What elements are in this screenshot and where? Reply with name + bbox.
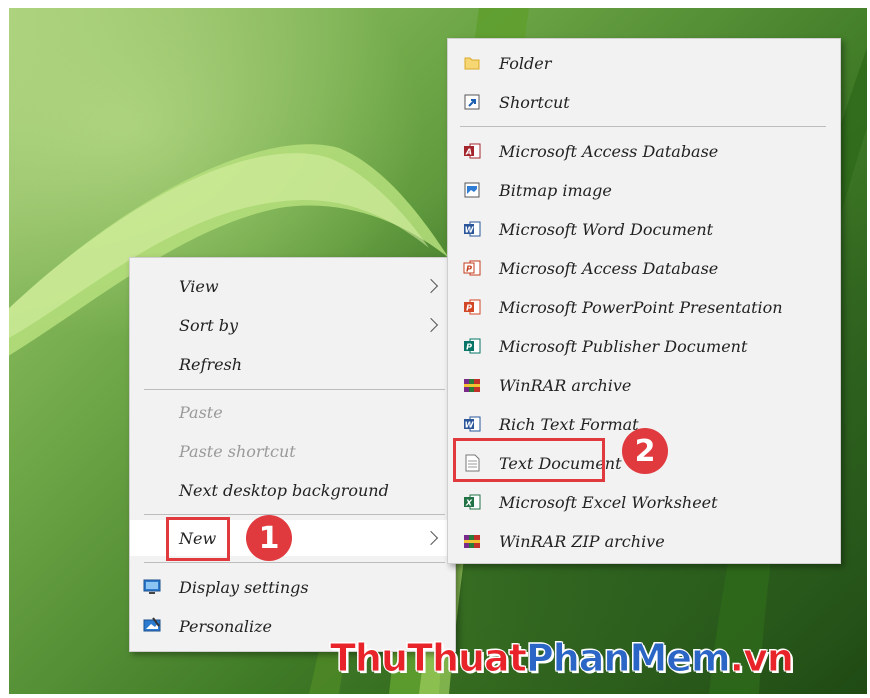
menu-item-label: View bbox=[179, 276, 219, 296]
menu-item-label: Paste shortcut bbox=[179, 441, 296, 461]
menu-separator bbox=[460, 126, 826, 127]
new-highlight-box bbox=[166, 517, 230, 561]
submenu-item-access-database[interactable]: A Microsoft Access Database bbox=[448, 133, 840, 169]
submenu-item-bitmap-image[interactable]: Bitmap image bbox=[448, 172, 840, 208]
submenu-item-label: WinRAR archive bbox=[499, 375, 632, 395]
menu-item-label: Sort by bbox=[179, 315, 239, 335]
submenu-item-label: Bitmap image bbox=[499, 180, 612, 200]
winrar-zip-icon bbox=[464, 535, 480, 548]
menu-item-display-settings[interactable]: Display settings bbox=[130, 569, 455, 605]
menu-item-label: Display settings bbox=[179, 577, 309, 597]
text-document-highlight-box bbox=[453, 438, 605, 482]
chevron-right-icon bbox=[423, 278, 439, 294]
menu-separator bbox=[144, 514, 445, 515]
shortcut-icon bbox=[464, 94, 480, 110]
submenu-item-word-document[interactable]: W Microsoft Word Document bbox=[448, 211, 840, 247]
winrar-icon bbox=[464, 379, 480, 392]
menu-item-label: Refresh bbox=[179, 354, 243, 374]
desktop-context-menu: View Sort by Refresh Paste Paste shortcu… bbox=[129, 257, 456, 652]
watermark-vn: .vn bbox=[729, 636, 794, 681]
menu-item-view[interactable]: View bbox=[130, 268, 455, 304]
submenu-item-label: Microsoft Access Database bbox=[499, 141, 719, 161]
svg-text:W: W bbox=[465, 226, 475, 235]
bitmap-icon bbox=[464, 182, 480, 198]
submenu-item-label: Microsoft Excel Worksheet bbox=[499, 492, 718, 512]
submenu-item-publisher-document[interactable]: P Microsoft Publisher Document bbox=[448, 328, 840, 364]
svg-text:P: P bbox=[466, 304, 472, 313]
menu-item-next-desktop-background[interactable]: Next desktop background bbox=[130, 472, 455, 508]
word-icon: W bbox=[464, 221, 481, 237]
submenu-item-label: Rich Text Format bbox=[499, 414, 639, 434]
submenu-item-powerpoint-presentation[interactable]: P Microsoft PowerPoint Presentation bbox=[448, 289, 840, 325]
excel-icon: X bbox=[464, 494, 481, 510]
submenu-item-label: Microsoft Publisher Document bbox=[499, 336, 748, 356]
submenu-item-label: Microsoft Word Document bbox=[499, 219, 714, 239]
svg-text:X: X bbox=[465, 499, 473, 508]
access-alt-icon: P bbox=[463, 260, 481, 276]
submenu-item-access-database-2[interactable]: P Microsoft Access Database bbox=[448, 250, 840, 286]
step-1-badge: 1 bbox=[246, 515, 292, 561]
submenu-item-winrar-archive[interactable]: WinRAR archive bbox=[448, 367, 840, 403]
svg-text:P: P bbox=[466, 265, 472, 274]
watermark-thuthuat: ThuThuat bbox=[330, 636, 528, 681]
svg-text:P: P bbox=[466, 343, 472, 352]
submenu-item-shortcut[interactable]: Shortcut bbox=[448, 84, 840, 120]
svg-text:A: A bbox=[465, 148, 472, 157]
personalize-icon bbox=[143, 617, 161, 632]
submenu-item-label: WinRAR ZIP archive bbox=[499, 531, 665, 551]
publisher-icon: P bbox=[464, 338, 481, 354]
menu-separator bbox=[144, 389, 445, 390]
site-watermark: ThuThuatPhanMem.vn bbox=[330, 636, 795, 681]
submenu-item-label: Microsoft Access Database bbox=[499, 258, 719, 278]
submenu-item-winrar-zip-archive[interactable]: WinRAR ZIP archive bbox=[448, 523, 840, 559]
menu-item-paste-shortcut[interactable]: Paste shortcut bbox=[130, 433, 455, 469]
watermark-phanmem: PhanMem bbox=[525, 636, 731, 681]
chevron-right-icon bbox=[423, 530, 439, 546]
display-settings-icon bbox=[143, 579, 161, 594]
access-icon: A bbox=[464, 143, 481, 159]
submenu-item-excel-worksheet[interactable]: X Microsoft Excel Worksheet bbox=[448, 484, 840, 520]
svg-text:W: W bbox=[465, 421, 475, 430]
menu-item-refresh[interactable]: Refresh bbox=[130, 346, 455, 382]
menu-item-paste[interactable]: Paste bbox=[130, 394, 455, 430]
menu-item-label: Personalize bbox=[179, 616, 272, 636]
folder-icon bbox=[464, 57, 480, 70]
submenu-item-label: Shortcut bbox=[499, 92, 570, 112]
submenu-item-label: Folder bbox=[499, 53, 552, 73]
menu-item-label: Paste bbox=[179, 402, 223, 422]
menu-item-sort-by[interactable]: Sort by bbox=[130, 307, 455, 343]
submenu-item-label: Microsoft PowerPoint Presentation bbox=[499, 297, 783, 317]
submenu-item-folder[interactable]: Folder bbox=[448, 45, 840, 81]
menu-item-label: Next desktop background bbox=[179, 480, 389, 500]
step-2-badge: 2 bbox=[622, 428, 668, 474]
menu-separator bbox=[144, 562, 445, 563]
chevron-right-icon bbox=[423, 317, 439, 333]
rtf-icon: W bbox=[464, 416, 481, 432]
new-submenu: Folder Shortcut A Microsoft Access Datab… bbox=[447, 38, 841, 564]
powerpoint-icon: P bbox=[464, 299, 481, 315]
